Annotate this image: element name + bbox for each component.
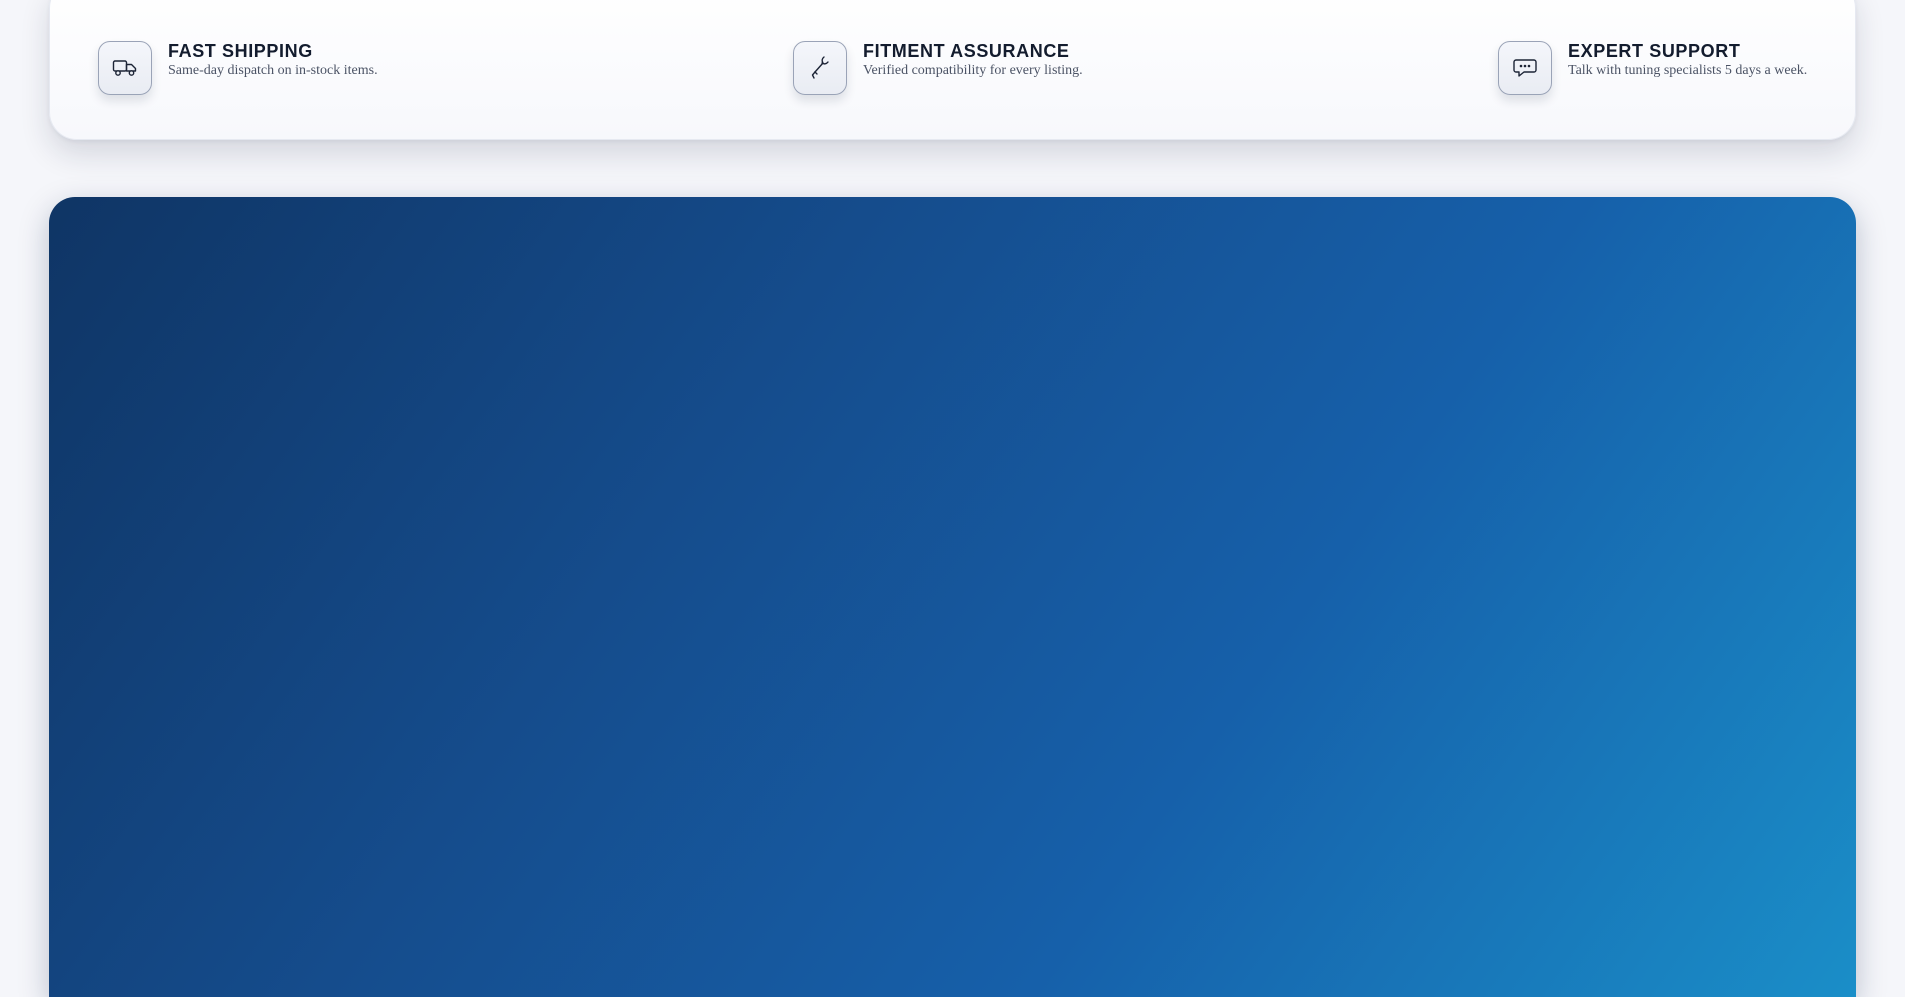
feature-description: Talk with tuning specialists 5 days a we… <box>1568 63 1808 78</box>
feature-description: Same-day dispatch on in-stock items. <box>168 63 378 78</box>
hero-banner <box>49 197 1856 997</box>
feature-fitment-assurance: FITMENT ASSURANCE Verified compatibility… <box>793 41 1083 95</box>
feature-title: FITMENT ASSURANCE <box>863 41 1070 61</box>
wrench-icon <box>793 41 847 95</box>
feature-fast-shipping: FAST SHIPPING Same-day dispatch on in-st… <box>98 41 378 95</box>
features-bar: FAST SHIPPING Same-day dispatch on in-st… <box>49 0 1856 140</box>
feature-title: FAST SHIPPING <box>168 41 313 61</box>
truck-icon <box>98 41 152 95</box>
chat-bubble-icon <box>1498 41 1552 95</box>
feature-title: EXPERT SUPPORT <box>1568 41 1741 61</box>
feature-expert-support: EXPERT SUPPORT Talk with tuning speciali… <box>1498 41 1807 95</box>
feature-description: Verified compatibility for every listing… <box>863 63 1083 78</box>
